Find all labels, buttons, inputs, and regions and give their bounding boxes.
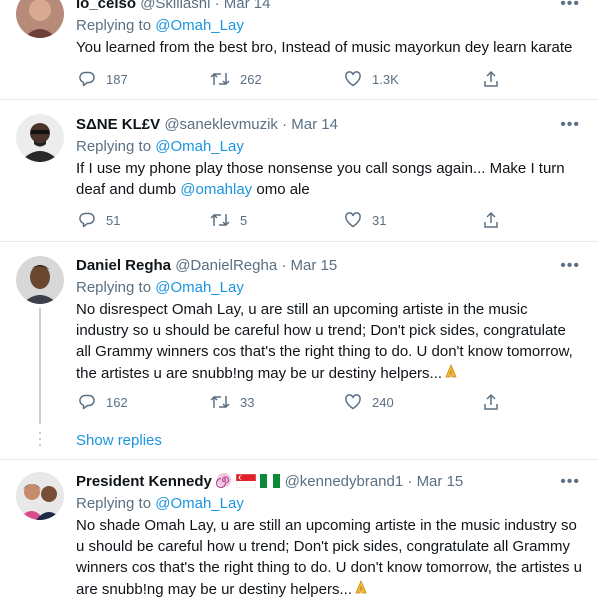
display-name[interactable]: lo_celso: [76, 0, 136, 12]
share-button[interactable]: [482, 392, 500, 412]
thread-dots: [39, 432, 41, 450]
like-icon: [345, 394, 361, 410]
handle[interactable]: @DanielRegha: [175, 257, 277, 274]
tweet-4[interactable]: President Kennedy @kennedybrand1 · Mar 1…: [0, 460, 598, 602]
reply-button[interactable]: 162: [78, 392, 128, 412]
replying-to-label: Replying to: [76, 495, 152, 512]
like-count: 31: [372, 212, 387, 228]
display-name[interactable]: SΔNE KL£V: [76, 116, 160, 133]
action-bar: 162 33 240: [76, 392, 516, 412]
share-icon: [484, 70, 498, 87]
handle[interactable]: @Skillashi: [140, 0, 210, 12]
separator: ·: [281, 257, 287, 274]
tweet-header: President Kennedy @kennedybrand1 · Mar 1…: [76, 472, 463, 494]
tweet-2[interactable]: SΔNE KL£V @saneklevmuzik · Mar 14 ••• Re…: [0, 100, 598, 241]
like-button[interactable]: 1.3K: [344, 69, 399, 89]
tweet-mention[interactable]: @omahlay: [180, 181, 252, 198]
reply-button[interactable]: 51: [78, 210, 120, 230]
replying-to: Replying to @Omah_Lay: [76, 494, 244, 514]
separator: ·: [214, 0, 220, 12]
tweet-header: lo_celso @Skillashi · Mar 14: [76, 0, 270, 14]
retweet-button[interactable]: 5: [210, 210, 247, 230]
replying-to: Replying to @Omah_Lay: [76, 16, 244, 36]
retweet-button[interactable]: 33: [210, 392, 254, 412]
tweet-text-part: If I use my phone play those nonsense yo…: [76, 160, 565, 198]
tweet-text-part: omo ale: [252, 181, 310, 198]
avatar[interactable]: [16, 472, 64, 520]
like-count: 1.3K: [372, 71, 399, 87]
tweet-text: You learned from the best bro, Instead o…: [76, 39, 573, 56]
avatar[interactable]: [16, 0, 64, 38]
avatar[interactable]: [16, 256, 64, 304]
singapore-flag: [235, 473, 257, 494]
retweet-button[interactable]: 262: [210, 69, 262, 89]
action-bar: 51 5 31: [76, 210, 516, 230]
tweet-date[interactable]: Mar 14: [224, 0, 271, 12]
retweet-icon: [210, 213, 230, 227]
replying-to: Replying to @Omah_Lay: [76, 137, 244, 157]
handle[interactable]: @saneklevmuzik: [164, 116, 278, 133]
tweet-3[interactable]: Daniel Regha @DanielRegha · Mar 15 ••• R…: [0, 242, 598, 460]
retweet-count: 33: [240, 394, 255, 410]
replying-to-mention[interactable]: @Omah_Lay: [155, 17, 244, 34]
like-icon: [345, 212, 361, 228]
replying-to-label: Replying to: [76, 138, 152, 155]
reply-icon: [79, 71, 95, 87]
replying-to-mention[interactable]: @Omah_Lay: [155, 279, 244, 296]
show-replies-link[interactable]: Show replies: [76, 431, 162, 451]
action-bar: 187 262 1.3K: [76, 69, 516, 89]
reply-count: 162: [106, 394, 128, 410]
reply-count: 187: [106, 71, 128, 87]
display-name[interactable]: Daniel Regha: [76, 257, 171, 274]
like-icon: [345, 71, 361, 87]
reply-button[interactable]: 187: [78, 69, 128, 89]
reply-icon: [79, 212, 95, 228]
tweet-text-part: No shade Omah Lay, u are still an upcomi…: [76, 517, 582, 598]
handle[interactable]: @kennedybrand1: [285, 473, 404, 490]
tweet-header: Daniel Regha @DanielRegha · Mar 15: [76, 256, 337, 276]
more-icon[interactable]: •••: [560, 117, 580, 133]
tweet-header: SΔNE KL£V @saneklevmuzik · Mar 14: [76, 115, 338, 135]
separator: ·: [407, 473, 413, 490]
tweet-1[interactable]: lo_celso @Skillashi · Mar 14 ••• Replyin…: [0, 0, 598, 100]
like-count: 240: [372, 394, 394, 410]
retweet-count: 262: [240, 71, 262, 87]
pray-emoji: [442, 362, 460, 386]
like-button[interactable]: 240: [344, 392, 394, 412]
more-icon[interactable]: •••: [560, 258, 580, 274]
more-icon[interactable]: •••: [560, 0, 580, 12]
pray-emoji: [352, 578, 370, 602]
tweet-text: No disrespect Omah Lay, u are still an u…: [76, 299, 582, 386]
thread-line: [39, 308, 41, 424]
share-button[interactable]: [482, 69, 500, 89]
spiral-emoji: [215, 472, 232, 494]
share-icon: [484, 393, 498, 410]
more-icon[interactable]: •••: [560, 474, 580, 490]
tweet-date[interactable]: Mar 15: [417, 473, 464, 490]
tweet-text: If I use my phone play those nonsense yo…: [76, 158, 582, 200]
reply-count: 51: [106, 212, 121, 228]
avatar[interactable]: [16, 114, 64, 162]
like-button[interactable]: 31: [344, 210, 386, 230]
share-button[interactable]: [482, 210, 500, 230]
tweet-text: No shade Omah Lay, u are still an upcomi…: [76, 515, 582, 602]
reply-icon: [79, 394, 95, 410]
share-icon: [484, 211, 498, 228]
tweet-date[interactable]: Mar 14: [291, 116, 338, 133]
nigeria-flag: [260, 474, 281, 494]
retweet-icon: [210, 395, 230, 409]
display-name[interactable]: President Kennedy: [76, 473, 212, 490]
replying-to: Replying to @Omah_Lay: [76, 278, 244, 298]
replying-to-mention[interactable]: @Omah_Lay: [155, 495, 244, 512]
separator: ·: [282, 116, 288, 133]
replying-to-label: Replying to: [76, 17, 152, 34]
replying-to-mention[interactable]: @Omah_Lay: [155, 138, 244, 155]
tweet-date[interactable]: Mar 15: [291, 257, 338, 274]
retweet-icon: [210, 72, 230, 86]
retweet-count: 5: [240, 212, 248, 228]
tweet-text-part: No disrespect Omah Lay, u are still an u…: [76, 301, 573, 382]
replying-to-label: Replying to: [76, 279, 152, 296]
